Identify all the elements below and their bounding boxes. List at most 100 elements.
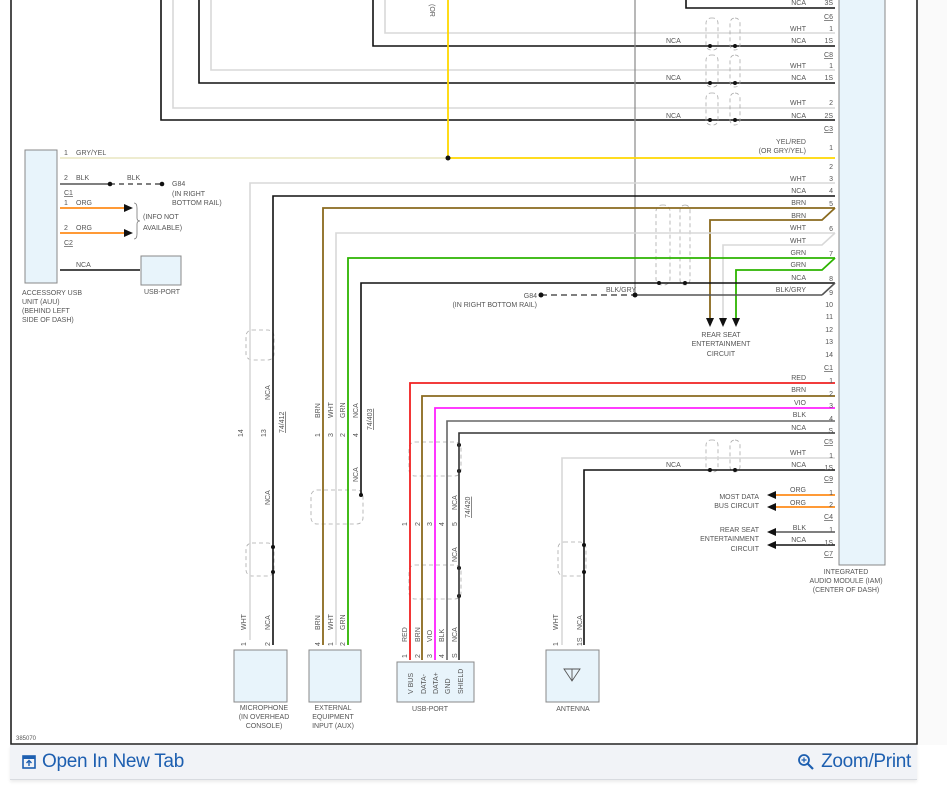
svg-text:GND: GND (445, 678, 452, 694)
svg-text:C1: C1 (824, 365, 833, 372)
svg-text:ANTENNA: ANTENNA (556, 706, 590, 713)
svg-text:2: 2 (829, 164, 833, 171)
svg-text:ACCESSORY USB: ACCESSORY USB (22, 290, 82, 297)
svg-text:4: 4 (439, 654, 446, 658)
svg-text:CIRCUIT: CIRCUIT (731, 546, 760, 553)
svg-text:C1: C1 (64, 190, 73, 197)
svg-text:14: 14 (238, 429, 245, 437)
svg-text:NCA: NCA (791, 188, 806, 195)
svg-text:1: 1 (829, 453, 833, 460)
iam-module-box (838, 0, 886, 566)
svg-text:C5: C5 (824, 439, 833, 446)
svg-text:6: 6 (829, 226, 833, 233)
svg-text:1: 1 (829, 145, 833, 152)
svg-text:4: 4 (315, 642, 322, 646)
svg-text:BUS CIRCUIT: BUS CIRCUIT (714, 503, 759, 510)
svg-text:(INFO NOT: (INFO NOT (143, 214, 179, 221)
svg-text:8: 8 (829, 276, 833, 283)
svg-text:WHT: WHT (328, 613, 335, 630)
svg-text:BRN: BRN (315, 615, 322, 630)
svg-text:AUDIO MODULE (IAM): AUDIO MODULE (IAM) (809, 578, 882, 585)
svg-text:NCA: NCA (791, 425, 806, 432)
svg-text:1S: 1S (824, 540, 833, 547)
svg-text:SHIELD: SHIELD (458, 669, 465, 694)
svg-text:ORG: ORG (76, 225, 92, 232)
svg-text:2: 2 (829, 502, 833, 509)
svg-text:10: 10 (825, 302, 833, 309)
svg-text:WHT: WHT (241, 613, 248, 630)
svg-text:4: 4 (829, 188, 833, 195)
svg-text:(BEHIND LEFT: (BEHIND LEFT (22, 308, 71, 315)
svg-text:CONSOLE): CONSOLE) (246, 723, 283, 730)
svg-text:BLK: BLK (793, 412, 807, 419)
svg-text:3: 3 (829, 176, 833, 183)
svg-text:VIO: VIO (427, 629, 434, 642)
svg-text:14: 14 (825, 352, 833, 359)
svg-text:C7: C7 (824, 551, 833, 558)
svg-text:11: 11 (826, 314, 833, 321)
svg-text:NCA: NCA (353, 403, 360, 418)
svg-text:2: 2 (415, 522, 422, 526)
svg-text:74/403: 74/403 (367, 408, 374, 430)
svg-text:BLK/GRY: BLK/GRY (776, 287, 807, 294)
svg-text:WHT: WHT (790, 26, 807, 33)
svg-text:VIO: VIO (794, 400, 807, 407)
svg-text:REAR SEAT: REAR SEAT (720, 527, 760, 534)
svg-text:BRN: BRN (791, 387, 806, 394)
svg-text:EQUIPMENT: EQUIPMENT (312, 714, 354, 721)
svg-text:BLK: BLK (439, 628, 446, 642)
svg-text:1: 1 (553, 642, 560, 646)
svg-text:USB-PORT: USB-PORT (412, 706, 449, 713)
svg-text:NCA: NCA (791, 113, 806, 120)
svg-text:1: 1 (829, 490, 833, 497)
svg-text:4: 4 (353, 433, 360, 437)
svg-text:4: 4 (439, 522, 446, 526)
svg-text:2: 2 (829, 100, 833, 107)
svg-text:NCA: NCA (265, 490, 272, 505)
svg-text:1: 1 (402, 522, 409, 526)
svg-text:NCA: NCA (666, 75, 681, 82)
svg-text:2: 2 (415, 654, 422, 658)
svg-text:C3: C3 (824, 126, 833, 133)
svg-text:1: 1 (241, 642, 248, 646)
svg-text:REAR SEAT: REAR SEAT (701, 332, 741, 339)
svg-text:GRN: GRN (340, 614, 347, 630)
svg-text:GRN: GRN (790, 262, 806, 269)
svg-text:EXTERNAL: EXTERNAL (315, 705, 352, 712)
svg-text:1: 1 (315, 433, 322, 437)
svg-text:YEL/RED: YEL/RED (776, 139, 806, 146)
svg-text:ENTERTAINMENT: ENTERTAINMENT (692, 341, 752, 348)
svg-text:(IN OVERHEAD: (IN OVERHEAD (239, 714, 290, 721)
svg-text:1: 1 (829, 527, 833, 534)
svg-text:1: 1 (64, 200, 68, 207)
svg-text:2: 2 (340, 433, 347, 437)
svg-text:5: 5 (829, 201, 833, 208)
zoom-magnifier-icon (798, 754, 814, 770)
svg-text:13: 13 (825, 339, 833, 346)
svg-text:ORG: ORG (790, 500, 806, 507)
svg-text:2: 2 (829, 391, 833, 398)
svg-text:2: 2 (64, 225, 68, 232)
svg-text:(OR GRY/YEL): (OR GRY/YEL) (759, 148, 806, 155)
svg-text:1: 1 (402, 654, 409, 658)
zoom-print-link[interactable]: Zoom/Print (797, 751, 911, 773)
svg-text:9: 9 (829, 290, 833, 297)
svg-text:BLK/GRY: BLK/GRY (606, 287, 637, 294)
svg-text:1: 1 (829, 63, 833, 70)
svg-text:ENTERTAINMENT: ENTERTAINMENT (700, 536, 760, 543)
open-in-new-tab-link[interactable]: Open In New Tab (22, 751, 184, 773)
svg-text:1: 1 (829, 378, 833, 385)
svg-text:BOTTOM RAIL): BOTTOM RAIL) (172, 200, 222, 207)
open-in-new-tab-label: Open In New Tab (42, 751, 184, 772)
svg-text:BLK: BLK (127, 175, 141, 182)
svg-text:S: S (452, 653, 459, 658)
svg-text:12: 12 (825, 327, 833, 334)
svg-text:NCA: NCA (666, 113, 681, 120)
svg-text:ORG: ORG (790, 487, 806, 494)
svg-text:WHT: WHT (790, 63, 807, 70)
svg-text:5: 5 (452, 522, 459, 526)
svg-text:1S: 1S (577, 637, 584, 646)
svg-text:WHT: WHT (553, 613, 560, 630)
svg-text:INPUT (AUX): INPUT (AUX) (312, 723, 354, 730)
svg-text:NCA: NCA (666, 38, 681, 45)
